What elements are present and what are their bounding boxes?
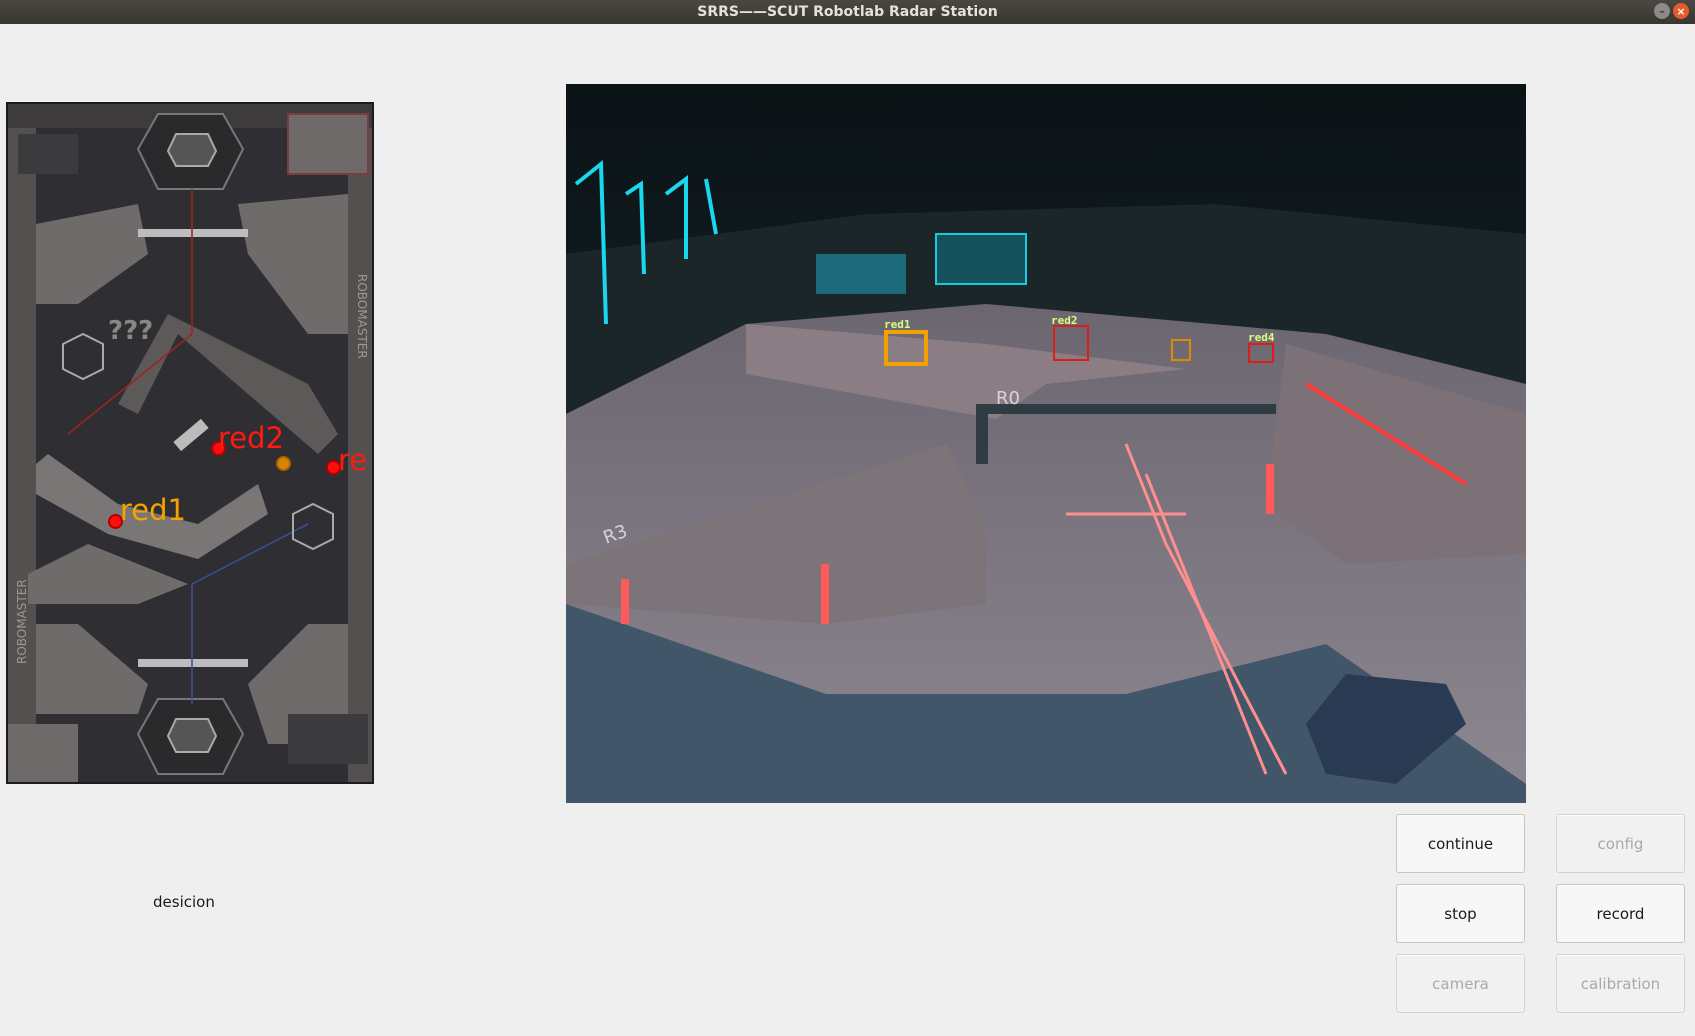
window-title: SRRS——SCUT Robotlab Radar Station [697,4,998,20]
field-mark-r0: R0 [996,388,1020,409]
minimize-icon[interactable]: – [1654,3,1670,19]
stop-button[interactable]: stop [1396,884,1525,943]
continue-button[interactable]: continue [1396,814,1525,873]
calibration-button[interactable]: calibration [1556,954,1685,1013]
config-button[interactable]: config [1556,814,1685,873]
decision-label: desicion [153,893,215,911]
robomaster-text-top: ROBOMASTER [355,274,369,359]
detection-box-red1 [884,330,928,366]
window-controls: – × [1654,3,1689,19]
marker-label-red1: red1 [120,493,186,527]
camera-scene: R0 R3 [566,84,1526,803]
robomaster-text-bottom: ROBOMASTER [15,579,29,664]
minimap-field: ROBOMASTER ROBOMASTER ??? [8,104,372,782]
close-icon[interactable]: × [1673,3,1689,19]
detection-box-unlabeled [1171,339,1191,361]
camera-view: R0 R3 red1 red2 red4 [566,84,1526,803]
marker-dot-unknown [276,456,291,471]
marker-label-red-edge: re [338,443,368,477]
detection-box-red4 [1248,343,1274,363]
marker-label-red2: red2 [218,421,284,455]
camera-button[interactable]: camera [1396,954,1525,1013]
unknown-marker-text: ??? [108,316,153,346]
minimap: ROBOMASTER ROBOMASTER ??? red2 re red1 [6,102,374,784]
detection-box-red2 [1053,325,1089,361]
window-titlebar: SRRS——SCUT Robotlab Radar Station – × [0,0,1695,24]
record-button[interactable]: record [1556,884,1685,943]
